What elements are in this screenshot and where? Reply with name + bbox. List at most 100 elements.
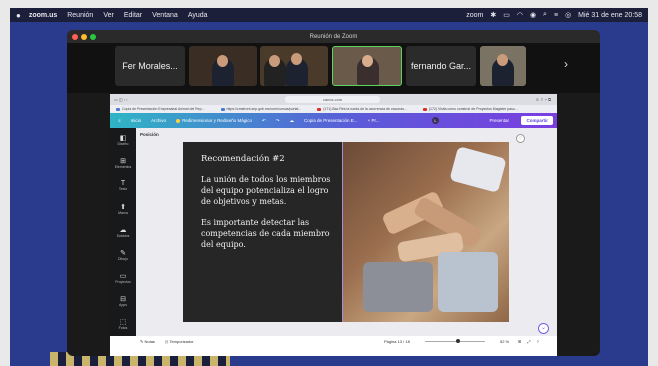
sidebar-item-label: Dibujo [118, 256, 128, 261]
grid-view-icon[interactable]: ⊞ [518, 339, 521, 344]
sidebar-item-label: Fotos [118, 325, 128, 330]
scroll-down-icon[interactable]: ⌄ [538, 323, 549, 334]
zoom-level[interactable]: 52 % [500, 339, 509, 344]
photos-icon: ⬚ [119, 318, 127, 326]
browser-address-bar[interactable]: canva.com [285, 96, 380, 103]
sidebar-item-text[interactable]: T Texto [110, 174, 136, 197]
gallery-next-icon[interactable]: › [564, 57, 568, 71]
undo-icon[interactable]: ↶ [262, 118, 266, 124]
canva-editor: ◧ Diseño ⊞ Elementos T Texto ⬆ Marca ☁ Subido… [110, 128, 557, 346]
menu-inicio[interactable]: Inicio [131, 118, 142, 123]
participant-tile-fer-morales[interactable]: Fer Morales... [115, 46, 185, 86]
wifi-icon[interactable]: ◠ [517, 11, 523, 19]
redo-icon[interactable]: ↷ [276, 118, 280, 124]
participant-face [362, 55, 373, 67]
sidebar-item-brand[interactable]: ⬆ Marca [110, 197, 136, 220]
design-title[interactable]: Copia de Presentación E... [304, 118, 358, 123]
participant-tile-fernando[interactable]: fernando Gar... [406, 46, 476, 86]
slide-paragraph-1[interactable]: La unión de todos los miembros del equip… [201, 174, 336, 207]
zoom-meeting-window: Reunión de Zoom Fer Morales... fernando … [67, 30, 600, 356]
share-button[interactable]: Compartir [521, 116, 553, 125]
menu-ver[interactable]: Ver [103, 12, 114, 19]
menu-ayuda[interactable]: Ayuda [188, 12, 208, 19]
sidebar-item-apps[interactable]: ⊟ Apps [110, 289, 136, 312]
participant-tile-video-2[interactable] [260, 46, 328, 86]
menu-app-zoom[interactable]: zoom.us [29, 12, 57, 19]
browser-sidebar-icon[interactable]: ▭ ◫ ‹ › [114, 97, 128, 102]
participant-name: fernando Gar... [410, 61, 472, 71]
slide-text-block[interactable]: Recomendación #2 La unión de todos los m… [201, 154, 336, 260]
slide-canvas[interactable]: Recomendación #2 La unión de todos los m… [183, 142, 509, 322]
tab-label: (171) Bac Res la rueda de la ocurrencia … [323, 107, 407, 111]
apps-icon: ⊟ [120, 295, 126, 303]
sidebar-item-draw[interactable]: ✎ Dibujo [110, 243, 136, 266]
text-icon: T [120, 180, 126, 187]
sidebar-item-uploads[interactable]: ☁ Subidos [110, 220, 136, 243]
browser-actions-icon[interactable]: ⊙ ⇪ + ⧉ [536, 97, 551, 102]
menu-label: Redimensionar y Rediseño Mágico [182, 118, 252, 123]
participant-tile-video-3[interactable] [480, 46, 526, 86]
teamwork-hands-photo[interactable] [342, 142, 509, 322]
slide-heading[interactable]: Recomendación #2 [201, 154, 336, 164]
elements-icon: ⊞ [120, 157, 126, 165]
comment-icon[interactable]: ◌ [516, 134, 525, 143]
zoom-slider[interactable] [425, 339, 485, 343]
browser-toolbar: ▭ ◫ ‹ › canva.com ⊙ ⇪ + ⧉ [110, 94, 557, 105]
sleeve-shape [363, 262, 433, 312]
sidebar-item-elements[interactable]: ⊞ Elementos [110, 151, 136, 174]
bluetooth-icon[interactable]: ✱ [490, 11, 496, 19]
design-icon: ◧ [119, 134, 127, 142]
user-icon[interactable]: ◉ [530, 11, 536, 19]
sidebar-item-projects[interactable]: ▭ Proyectos [110, 266, 136, 289]
folder-icon: ▭ [119, 272, 127, 280]
browser-tab-canva[interactable]: Copia de Presentación Empresarial Animal… [116, 107, 205, 111]
fullscreen-icon[interactable]: ⤢ [527, 339, 530, 344]
participant-tile-video-1[interactable] [189, 46, 257, 86]
zoom-titlebar: Reunión de Zoom [67, 30, 600, 43]
page-indicator[interactable]: Página 13 / 18 [384, 339, 410, 344]
apple-icon[interactable]: ● [16, 11, 21, 20]
tab-label: (172) Visita como construir de Proyectos… [428, 107, 518, 111]
menubar-clock[interactable]: Mié 31 de ene 20:58 [578, 12, 642, 19]
zoom-status-icon[interactable]: zoom [466, 12, 483, 19]
upload-icon: ☁ [119, 226, 127, 234]
sidebar-item-photos[interactable]: ⬚ Fotos [110, 312, 136, 335]
hamburger-icon[interactable]: ≡ [118, 118, 121, 123]
position-button[interactable]: Posición [140, 132, 159, 137]
notes-button[interactable]: ✎ Notas [140, 339, 155, 344]
draw-icon: ✎ [120, 249, 126, 257]
browser-tab-video-1[interactable]: (171) Bac Res la rueda de la ocurrencia … [317, 107, 407, 111]
sleeve-shape [438, 252, 498, 312]
slide-paragraph-2[interactable]: Es importante detectar las competencias … [201, 217, 336, 250]
browser-tabs: Copia de Presentación Empresarial Animal… [110, 105, 557, 113]
menu-editar[interactable]: Editar [124, 12, 142, 19]
menu-reunion[interactable]: Reunión [67, 12, 93, 19]
zoom-slider-handle[interactable] [456, 339, 461, 343]
control-center-icon[interactable]: ≡ [554, 12, 558, 19]
participant-name: Fer Morales... [122, 61, 178, 71]
menu-pro[interactable]: + Pr... [368, 118, 380, 123]
sidebar-item-design[interactable]: ◧ Diseño [110, 128, 136, 151]
browser-tab-sep[interactable]: https://cmsfront.sep.gob.mx/core/cursos/… [220, 107, 301, 111]
participant-tile-active-speaker[interactable] [332, 46, 402, 86]
menu-redimensionar[interactable]: Redimensionar y Rediseño Mágico [176, 118, 252, 123]
present-button[interactable]: Presentar [489, 116, 509, 125]
timer-button[interactable]: ◷ Temporizador [165, 339, 194, 344]
timer-label: Temporizador [169, 338, 194, 344]
macos-menubar: ● zoom.us Reunión Ver Editar Ventana Ayu… [10, 8, 648, 22]
sidebar-item-label: Apps [119, 302, 127, 307]
notes-label: Notas [144, 338, 155, 344]
menu-archivo[interactable]: Archivo [151, 118, 166, 123]
sidebar-item-label: Elementos [114, 164, 132, 169]
siri-icon[interactable]: ◎ [565, 11, 571, 19]
battery-icon[interactable]: ▭ [503, 11, 510, 19]
avatar[interactable]: L [432, 117, 439, 124]
browser-tab-video-2[interactable]: (172) Visita como construir de Proyectos… [422, 107, 518, 111]
participant-gallery: Fer Morales... fernando Gar... › [67, 43, 600, 93]
search-icon[interactable]: ⌕ [543, 11, 547, 19]
menu-ventana[interactable]: Ventana [152, 12, 178, 19]
screen: ● zoom.us Reunión Ver Editar Ventana Ayu… [0, 0, 658, 366]
canva-footer: ✎ Notas ◷ Temporizador Página 13 / 18 52… [110, 336, 557, 346]
help-icon[interactable]: ? [537, 339, 539, 344]
tab-label: Copia de Presentación Empresarial Animal… [122, 107, 205, 111]
